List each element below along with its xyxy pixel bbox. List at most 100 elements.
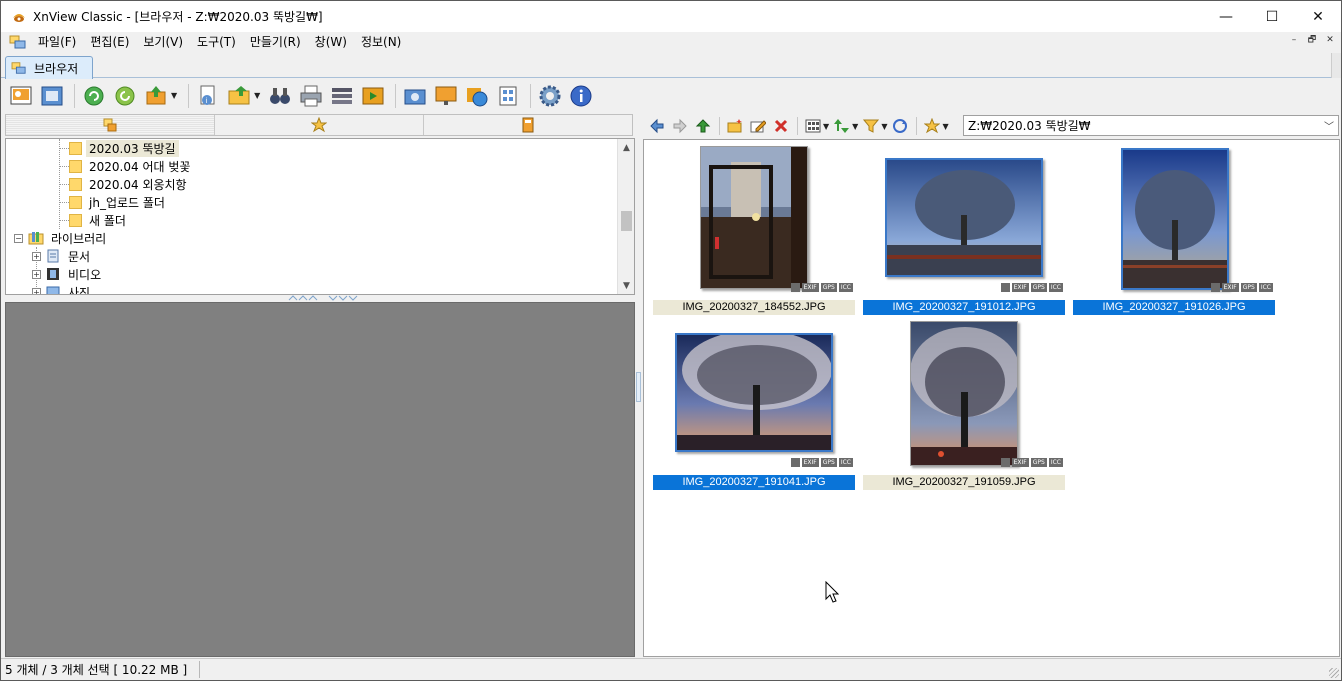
search-button[interactable] [266, 82, 294, 110]
close-button[interactable]: ✕ [1295, 1, 1341, 32]
horizontal-splitter[interactable] [5, 295, 635, 302]
screen-button[interactable] [432, 82, 460, 110]
toolbar-separator [74, 83, 75, 108]
thumbnail-item[interactable]: EXIF GPS ICC IMG_20200327_191041.JPG [653, 320, 855, 490]
scanner-icon [332, 87, 353, 104]
tree-item-label: 비디오 [68, 267, 102, 282]
thumbnail-browser[interactable]: EXIF GPS ICC IMG_20200327_184552.JPG EXI… [643, 139, 1340, 657]
thumbnail-item[interactable]: EXIF GPS ICC IMG_20200327_191012.JPG [863, 145, 1065, 315]
thumbnail-image[interactable] [700, 146, 808, 289]
mdi-minimize-button[interactable]: – [1287, 34, 1301, 48]
chevron-down-icon[interactable]: ▼ [852, 122, 858, 131]
tree-item-2020-04-oeongchi[interactable]: 2020.04 외옹치항 [69, 175, 190, 193]
thumbnail-image[interactable] [1121, 148, 1229, 290]
tab-browser[interactable]: 브라우저 [5, 56, 93, 79]
tab-favorites[interactable] [215, 115, 424, 135]
filter-button[interactable] [860, 115, 882, 137]
print-button[interactable] [297, 82, 325, 110]
settings-button[interactable] [536, 82, 564, 110]
tree-item-documents[interactable]: + 문서 [32, 247, 93, 265]
tree-item-videos[interactable]: + 비디오 [32, 265, 104, 283]
camera-icon [404, 89, 426, 104]
forward-button[interactable] [669, 115, 691, 137]
resize-grip-icon[interactable] [1329, 668, 1339, 678]
open-folder-button[interactable] [225, 82, 253, 110]
view-mode-button[interactable] [802, 115, 824, 137]
metadata-badges: EXIF GPS ICC [790, 283, 853, 292]
folder-tree[interactable]: 2020.03 뚝방길 2020.04 어대 벚꽃 2020.04 외옹치항 j… [5, 138, 635, 295]
thumbnail-filename: IMG_20200327_184552.JPG [653, 300, 855, 315]
scroll-up-icon[interactable]: ▲ [618, 139, 634, 156]
favorites-button[interactable] [921, 115, 943, 137]
globe-icon [467, 87, 488, 106]
expand-icon[interactable]: + [32, 251, 41, 261]
tree-item-library[interactable]: − 라이브러리 [14, 229, 109, 247]
tab-scroll-strip[interactable] [1331, 53, 1341, 78]
thumbnail-item[interactable]: EXIF GPS ICC IMG_20200327_191026.JPG [1073, 145, 1275, 315]
collapse-icon[interactable]: − [14, 233, 23, 243]
parent-folder-button[interactable] [692, 115, 714, 137]
rename-button[interactable] [747, 115, 769, 137]
chevron-down-icon[interactable]: ▼ [942, 122, 948, 131]
about-button[interactable] [567, 82, 595, 110]
document-tab-bar: 브라우저 [1, 53, 1341, 79]
back-button[interactable] [646, 115, 668, 137]
maximize-button[interactable]: ☐ [1249, 1, 1295, 32]
scrollbar-thumb[interactable] [621, 211, 632, 231]
menu-file[interactable]: 파일(F) [31, 32, 83, 52]
mdi-restore-button[interactable]: 🗗 [1305, 34, 1319, 48]
tree-item-label: 문서 [68, 249, 91, 264]
chevron-down-icon[interactable]: ▼ [881, 122, 887, 131]
tree-item-2020-04-eodae[interactable]: 2020.04 어대 벚꽃 [69, 157, 193, 175]
path-combobox[interactable]: Z:₩2020.03 뚝방길₩ ﹀ [963, 115, 1339, 136]
fullscreen-button[interactable] [38, 82, 66, 110]
delete-button[interactable] [770, 115, 792, 137]
thumbnail-image[interactable] [910, 321, 1018, 466]
capture-button[interactable] [401, 82, 429, 110]
thumbnail-image[interactable] [885, 158, 1043, 277]
tree-item-jh-upload[interactable]: jh_업로드 폴더 [69, 193, 168, 211]
menu-bar: 파일(F) 편집(E) 보기(V) 도구(T) 만들기(R) 창(W) 정보(N… [1, 32, 1341, 52]
menu-info[interactable]: 정보(N) [354, 32, 408, 52]
minimize-button[interactable]: — [1203, 1, 1249, 32]
menu-view[interactable]: 보기(V) [136, 32, 190, 52]
tree-item-pictures[interactable]: + 사진 [32, 283, 93, 294]
properties-button[interactable]: i [194, 82, 222, 110]
sync-button[interactable] [889, 115, 911, 137]
badge-square-icon [1000, 458, 1010, 467]
thumbnail-item[interactable]: EXIF GPS ICC IMG_20200327_184552.JPG [653, 145, 855, 315]
tree-scrollbar[interactable]: ▲ ▼ [617, 139, 634, 294]
view-image-icon [10, 86, 32, 104]
thumbnail-item[interactable]: EXIF GPS ICC IMG_20200327_191059.JPG [863, 320, 1065, 490]
mdi-close-button[interactable]: ✕ [1323, 34, 1337, 48]
new-folder-button[interactable] [724, 115, 746, 137]
menu-create[interactable]: 만들기(R) [243, 32, 308, 52]
menu-tools[interactable]: 도구(T) [190, 32, 243, 52]
tab-categories[interactable] [424, 115, 632, 135]
badge-exif: EXIF [1011, 458, 1029, 467]
fullscreen-icon [41, 86, 63, 105]
tree-item-new-folder[interactable]: 새 폴더 [69, 211, 129, 229]
tab-folders[interactable] [6, 115, 215, 135]
contact-sheet-button[interactable] [494, 82, 522, 110]
slideshow-button[interactable] [359, 82, 387, 110]
chevron-down-icon[interactable]: ▼ [254, 91, 260, 100]
vertical-splitter[interactable] [635, 114, 643, 657]
menu-edit[interactable]: 편집(E) [83, 32, 136, 52]
tree-item-2020-03[interactable]: 2020.03 뚝방길 [69, 139, 179, 157]
move-to-parent-button[interactable] [142, 82, 170, 110]
chevron-down-icon[interactable]: ▼ [171, 91, 177, 100]
sort-button[interactable] [831, 115, 853, 137]
menu-window[interactable]: 창(W) [308, 32, 354, 52]
chevron-down-icon[interactable]: ﹀ [1324, 118, 1334, 133]
expand-icon[interactable]: + [32, 269, 41, 279]
refresh-button[interactable] [80, 82, 108, 110]
expand-icon[interactable]: + [32, 287, 41, 294]
view-image-button[interactable] [7, 82, 35, 110]
reload-button[interactable] [111, 82, 139, 110]
chevron-down-icon[interactable]: ▼ [823, 122, 829, 131]
web-button[interactable] [463, 82, 491, 110]
scanner-button[interactable] [328, 82, 356, 110]
scroll-down-icon[interactable]: ▼ [618, 277, 634, 294]
thumbnail-image[interactable] [675, 333, 833, 452]
